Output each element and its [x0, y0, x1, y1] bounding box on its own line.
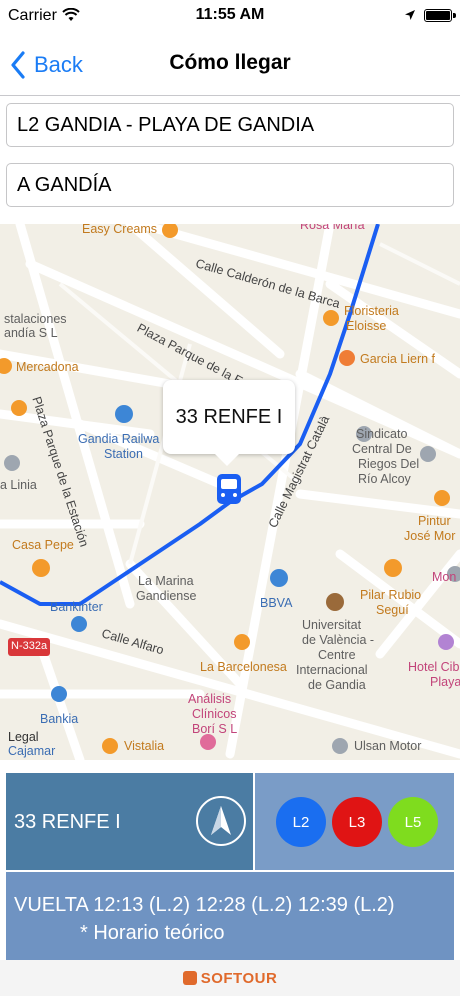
battery-icon — [424, 9, 456, 22]
poi-analisis-1: Análisis — [188, 692, 232, 706]
poi-mercadona: Mercadona — [16, 360, 79, 374]
poi-universitat-2: de València - — [302, 633, 375, 647]
footer: SOFTOUR — [0, 960, 460, 996]
stop-box: 33 RENFE I — [6, 773, 253, 870]
softour-logo-icon — [182, 971, 197, 985]
stop-info-panel: 33 RENFE I L2 L3 L5 VUELTA 12:13 (L.2) 1… — [0, 760, 460, 960]
poi-sindicato-2: Central De — [352, 442, 412, 456]
line-badge-l2[interactable]: L2 — [276, 797, 326, 847]
road-badge-n332a: N-332a — [11, 640, 48, 652]
poi-bankia: Bankia — [40, 712, 79, 726]
stop-name: 33 RENFE I — [14, 811, 121, 833]
poi-universitat-3: Centre — [318, 648, 356, 662]
navigation-arrow-icon — [211, 806, 231, 835]
status-bar: Carrier 11:55 AM — [0, 0, 460, 36]
poi-mon: Mon — [432, 570, 457, 584]
poi-pilar-rubio-2: Seguí — [376, 603, 409, 617]
schedule-note: * Horario teórico — [80, 922, 225, 944]
map-view[interactable]: Easy Creams Rosa María Calle Calderón de… — [0, 224, 460, 760]
line-select-field[interactable]: L2 GANDIA - PLAYA DE GANDIA — [6, 103, 454, 147]
schedule-times: VUELTA 12:13 (L.2) 12:28 (L.2) 12:39 (L.… — [14, 894, 395, 916]
poi-universitat-4: Internacional — [296, 663, 368, 677]
poi-rosa-maria: Rosa María — [300, 224, 365, 232]
poi-cajamar: Cajamar — [8, 744, 56, 758]
poi-pintura: Pintur — [418, 514, 451, 528]
poi-analisis-3: Borí S L — [192, 722, 238, 736]
poi-la-marina-2: Gandiense — [136, 589, 197, 603]
poi-hotel-2: Playa — [430, 675, 460, 689]
direction-select-field[interactable]: A GANDÍA — [6, 163, 454, 207]
poi-linia: a Linia — [0, 478, 37, 492]
compass-button[interactable] — [196, 796, 246, 846]
poi-sindicato-4: Río Alcoy — [358, 472, 411, 486]
poi-eloisse: Eloisse — [346, 319, 387, 333]
page-title: Cómo llegar — [169, 51, 291, 74]
poi-la-marina-1: La Marina — [138, 574, 194, 588]
poi-bbva: BBVA — [260, 596, 293, 610]
poi-station: Station — [104, 447, 143, 461]
poi-universitat-1: Universitat — [302, 618, 362, 632]
map-legal-link[interactable]: Legal — [8, 730, 39, 744]
clock-label: 11:55 AM — [195, 6, 265, 23]
poi-instalaciones: stalaciones — [4, 312, 67, 326]
poi-sindicato-1: Sindicato — [356, 427, 408, 441]
poi-jose-mor: José Mor — [404, 529, 456, 543]
poi-sindicato-3: Riegos Del — [358, 457, 420, 471]
poi-vistalia: Vistalia — [124, 739, 165, 753]
poi-pilar-rubio-1: Pilar Rubio — [360, 588, 422, 602]
poi-bankinter: Bankinter — [50, 600, 103, 614]
poi-floristeria: Floristeria — [344, 304, 399, 318]
poi-garcia-liern: Garcia Liern f — [360, 352, 436, 366]
poi-easy-creams: Easy Creams — [82, 224, 158, 236]
location-arrow-icon — [405, 10, 415, 20]
poi-analisis-2: Clínicos — [192, 707, 237, 721]
brand-label: SOFTOUR — [200, 969, 278, 987]
schedule-box: VUELTA 12:13 (L.2) 12:28 (L.2) 12:39 (L.… — [6, 872, 454, 960]
poi-universitat-5: de Gandia — [308, 678, 366, 692]
poi-casa-pepe: Casa Pepe — [12, 538, 74, 552]
stop-callout[interactable]: 33 RENFE I — [163, 380, 295, 466]
poi-gandia-railway: Gandia Railwa — [78, 432, 160, 446]
navigation-bar: Back Cómo llegar — [0, 36, 460, 96]
poi-gandia-sl: andía S L — [4, 326, 58, 340]
poi-hotel-1: Hotel Cib — [408, 660, 460, 674]
lines-box: L2 L3 L5 — [255, 773, 454, 870]
line-badge-l5[interactable]: L5 — [388, 797, 438, 847]
line-badge-l3[interactable]: L3 — [332, 797, 382, 847]
poi-ulsan-motor: Ulsan Motor — [354, 739, 422, 753]
poi-la-barcelonesa: La Barcelonesa — [200, 660, 287, 674]
